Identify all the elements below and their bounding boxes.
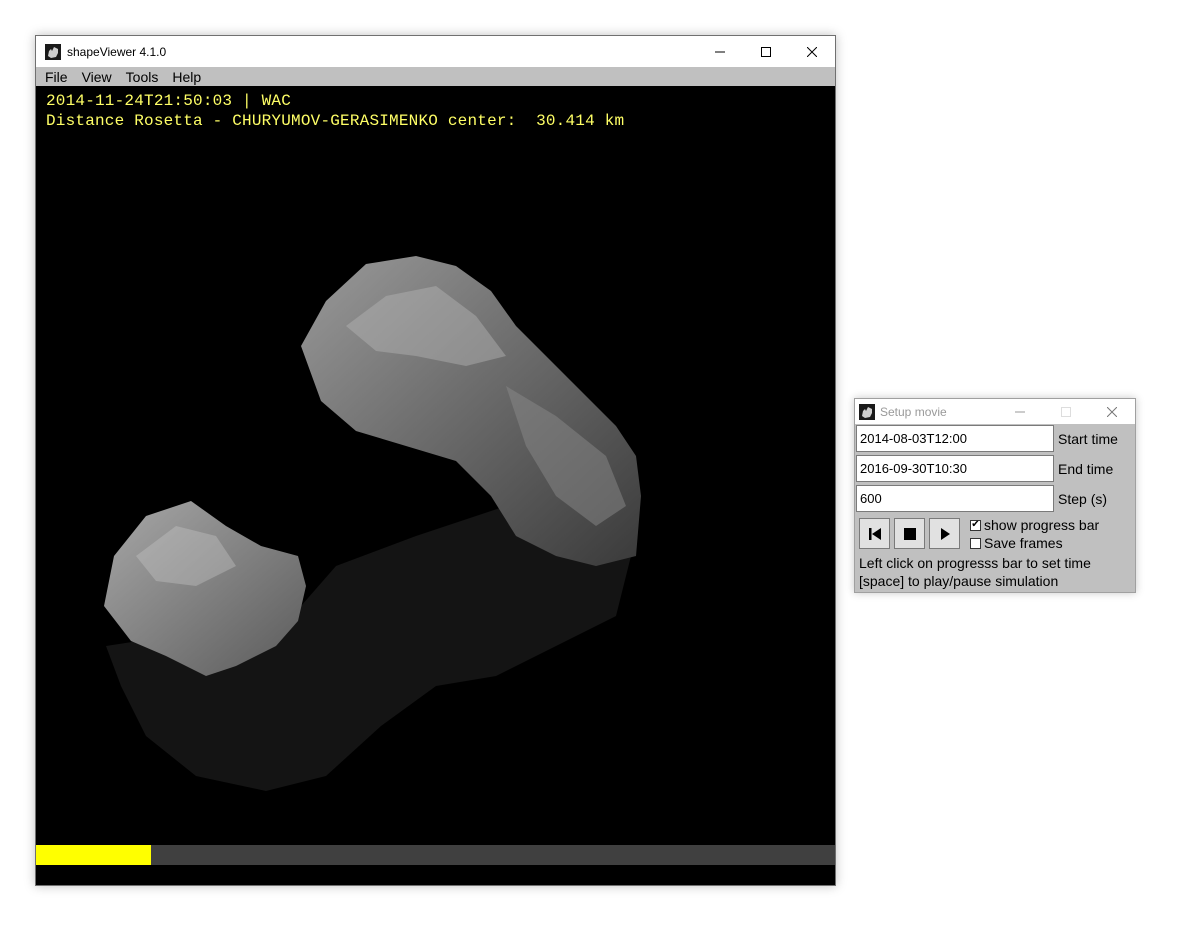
comet-app-icon — [859, 403, 875, 420]
close-icon — [807, 46, 817, 57]
save-frames-label: Save frames — [984, 535, 1063, 551]
start-time-row: Start time — [856, 425, 1118, 452]
minimize-icon — [715, 51, 725, 52]
comet-render — [104, 256, 641, 791]
menu-view[interactable]: View — [82, 69, 112, 85]
main-window: shapeViewer 4.1.0 File View Tools Help 2… — [35, 35, 836, 886]
close-icon — [1107, 406, 1117, 417]
skip-to-start-button[interactable] — [859, 518, 890, 549]
minimize-button[interactable] — [697, 36, 743, 67]
step-label: Step (s) — [1058, 490, 1108, 507]
menu-tools[interactable]: Tools — [126, 69, 159, 85]
menu-bar: File View Tools Help — [36, 67, 835, 86]
progress-fill — [36, 845, 152, 865]
end-time-input[interactable] — [856, 455, 1054, 482]
3d-viewport[interactable]: 2014-11-24T21:50:03 | WAC Distance Roset… — [36, 86, 835, 865]
setup-minimize-button[interactable] — [997, 399, 1043, 424]
skip-to-start-icon — [868, 527, 881, 540]
close-button[interactable] — [789, 36, 835, 67]
start-time-input[interactable] — [856, 425, 1054, 452]
play-icon — [940, 527, 950, 540]
setup-movie-window: Setup movie Start time End time Step (s) — [854, 398, 1136, 593]
save-frames-checkbox-row[interactable]: Save frames — [970, 535, 1063, 551]
maximize-button[interactable] — [743, 36, 789, 67]
minimize-icon — [1015, 411, 1025, 412]
step-input[interactable] — [856, 485, 1054, 512]
comet-app-icon — [45, 43, 61, 60]
title-bar[interactable]: shapeViewer 4.1.0 — [36, 36, 835, 67]
start-time-label: Start time — [1058, 430, 1118, 447]
hint-progress-click: Left click on progresss bar to set time — [859, 555, 1091, 571]
step-row: Step (s) — [856, 485, 1107, 512]
show-progress-bar-checkbox[interactable]: ✔ — [970, 519, 981, 531]
menu-help[interactable]: Help — [172, 69, 201, 85]
stop-button[interactable] — [894, 518, 925, 549]
window-title: shapeViewer 4.1.0 — [67, 44, 167, 59]
end-time-label: End time — [1058, 460, 1114, 477]
stop-icon — [903, 527, 916, 540]
setup-title-bar[interactable]: Setup movie — [855, 399, 1135, 424]
maximize-icon — [1061, 406, 1071, 417]
save-frames-checkbox[interactable] — [970, 537, 981, 549]
setup-close-button[interactable] — [1089, 399, 1135, 424]
progress-bar[interactable] — [36, 845, 835, 865]
setup-window-title: Setup movie — [880, 404, 947, 419]
hint-space-play: [space] to play/pause simulation — [859, 573, 1059, 589]
end-time-row: End time — [856, 455, 1113, 482]
show-progress-bar-checkbox-row[interactable]: ✔ show progress bar — [970, 517, 1099, 533]
menu-file[interactable]: File — [45, 69, 68, 85]
maximize-icon — [761, 46, 771, 57]
show-progress-bar-label: show progress bar — [984, 517, 1100, 533]
play-button[interactable] — [929, 518, 960, 549]
setup-maximize-button[interactable] — [1043, 399, 1089, 424]
